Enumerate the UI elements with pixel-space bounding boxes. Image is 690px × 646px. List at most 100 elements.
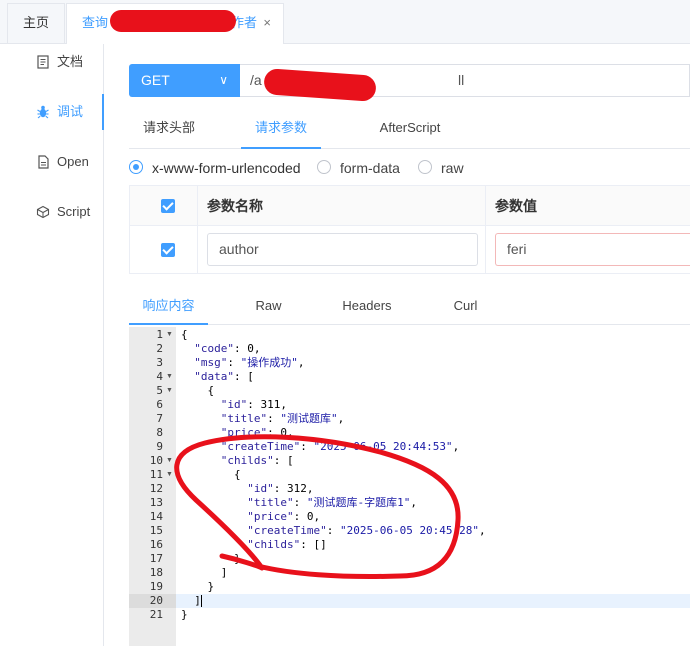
code-line: "code": 0, — [194, 342, 261, 355]
radio-raw[interactable]: raw — [418, 156, 478, 180]
close-icon[interactable]: × — [263, 4, 271, 42]
line-number: 16 — [149, 538, 163, 551]
tab-headers[interactable]: Headers — [333, 287, 401, 324]
line-number: 6 — [156, 398, 163, 411]
sidebar-item-label: Open — [57, 154, 89, 169]
line-number: 14 — [149, 510, 163, 523]
fold-toggle-icon[interactable]: ▼ — [166, 328, 174, 342]
code-line: "createTime": "2025-06-05 20:44:53", — [220, 440, 460, 453]
code-line: "childs": [ — [220, 454, 294, 467]
line-number: 17 — [149, 552, 163, 565]
table-row: author feri — [130, 226, 690, 274]
param-value-input[interactable]: feri — [495, 233, 690, 266]
tab-response-content[interactable]: 响应内容 — [129, 287, 208, 325]
body-type-radio-group: x-www-form-urlencoded form-data raw — [129, 156, 690, 180]
fold-toggle-icon[interactable]: ▼ — [166, 370, 174, 384]
line-number: 20 — [149, 594, 163, 607]
code-line: "childs": [] — [247, 538, 327, 551]
code-line: "price": 0, — [247, 510, 321, 523]
code-line: "createTime": "2025-06-05 20:45:28", — [247, 524, 486, 537]
line-number: 9 — [156, 440, 163, 453]
tab-label: 请求头部 — [142, 120, 195, 135]
line-number: 2 — [156, 342, 163, 355]
active-indicator — [102, 94, 104, 130]
tab-label: Curl — [453, 298, 478, 313]
tab-request-headers[interactable]: 请求头部 — [129, 108, 209, 148]
file-icon — [38, 155, 49, 169]
line-number: 15 — [149, 524, 163, 537]
redaction-mark — [110, 10, 236, 32]
column-header-name: 参数名称 — [207, 198, 263, 214]
method-select[interactable]: GET ∨ — [129, 64, 240, 97]
tab-label: AfterScript — [379, 120, 441, 135]
tab-raw[interactable]: Raw — [241, 287, 296, 324]
line-number: 8 — [156, 426, 163, 439]
param-name-value: author — [219, 241, 259, 257]
sidebar-item-label: 文档 — [57, 54, 84, 69]
tab-label: Headers — [342, 298, 392, 313]
code-line: "title": "测试题库-字题库1", — [247, 496, 417, 509]
select-all-checkbox[interactable] — [161, 199, 175, 213]
sidebar-item-docs[interactable]: 文档 — [0, 44, 103, 80]
response-code-editor[interactable]: 1 ▼{2 "code": 0, 3 "msg": "操作成功", 4 ▼ "data"… — [129, 327, 690, 646]
code-line: ] — [181, 566, 228, 579]
fold-toggle-icon[interactable]: ▼ — [166, 384, 174, 398]
column-divider — [485, 186, 486, 274]
line-number: 7 — [156, 412, 163, 425]
param-name-input[interactable]: author — [207, 233, 478, 266]
tab-label: Raw — [255, 298, 282, 313]
code-line: "id": 312, — [247, 482, 314, 495]
sidebar-item-debug[interactable]: 调试 — [0, 94, 104, 130]
tab-home[interactable]: 主页 — [7, 3, 65, 43]
method-value: GET — [141, 72, 170, 88]
column-header-value: 参数值 — [495, 198, 537, 214]
line-number: 21 — [149, 608, 163, 621]
code-line: "msg": "操作成功", — [194, 356, 305, 369]
radio-dot — [418, 160, 432, 174]
tab-curl[interactable]: Curl — [443, 287, 488, 324]
code-line: ] — [181, 594, 202, 607]
code-line: "title": "测试题库", — [220, 412, 345, 425]
radio-form-data[interactable]: form-data — [317, 156, 412, 180]
params-table-header: 参数名称 参数值 — [130, 186, 690, 226]
sidebar-item-script[interactable]: Script — [0, 194, 103, 230]
line-number: 13 — [149, 496, 163, 509]
line-number: 4 — [156, 370, 163, 383]
fold-toggle-icon[interactable]: ▼ — [166, 468, 174, 482]
tab-label: 请求参数 — [254, 120, 307, 135]
line-number: 19 — [149, 580, 163, 593]
code-line: { — [181, 384, 215, 397]
sidebar-item-label: 调试 — [57, 104, 84, 119]
request-line: GET ∨ /a ll — [129, 64, 690, 97]
tab-after-script[interactable]: AfterScript — [355, 108, 465, 148]
radio-dot — [129, 160, 143, 174]
param-value-text: feri — [507, 241, 527, 257]
fold-toggle-icon[interactable]: ▼ — [166, 454, 174, 468]
sidebar: 文档 调试 Open Script — [0, 44, 104, 646]
code-line: } — [181, 580, 215, 593]
column-divider — [197, 186, 198, 274]
line-number: 12 — [149, 482, 163, 495]
response-tabs: 响应内容 Raw Headers Curl — [129, 287, 690, 325]
line-number: 3 — [156, 356, 163, 369]
sidebar-item-open[interactable]: Open — [0, 144, 103, 180]
code-line: { — [181, 328, 188, 341]
text-cursor — [200, 595, 202, 607]
code-line: "data": [ — [194, 370, 254, 383]
code-icon — [36, 205, 50, 219]
row-checkbox[interactable] — [161, 243, 175, 257]
document-icon — [37, 55, 49, 69]
radio-label: raw — [441, 160, 464, 176]
top-tab-bar: 主页 查询 作者 × — [0, 0, 690, 44]
active-line-highlight — [176, 594, 690, 608]
radio-dot — [317, 160, 331, 174]
tab-request-params[interactable]: 请求参数 — [241, 108, 321, 149]
radio-x-www-form-urlencoded[interactable]: x-www-form-urlencoded — [129, 156, 309, 180]
code-line: { — [181, 468, 241, 481]
request-tabs: 请求头部 请求参数 AfterScript — [129, 108, 690, 149]
code-line: "id": 311, — [220, 398, 287, 411]
code-line: } — [181, 608, 188, 621]
radio-label: form-data — [340, 160, 400, 176]
line-number: 5 — [156, 384, 163, 397]
chevron-down-icon: ∨ — [219, 73, 228, 87]
